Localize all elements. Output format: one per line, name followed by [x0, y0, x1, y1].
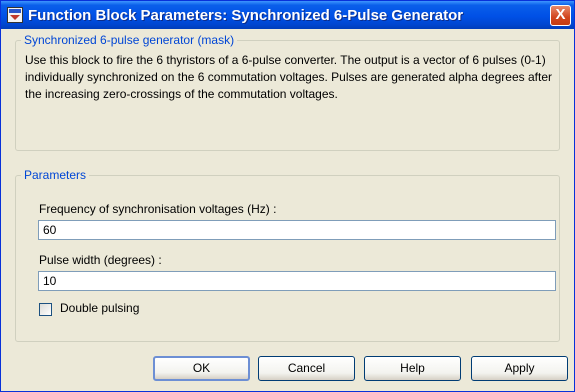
parameters-legend: Parameters [21, 168, 90, 182]
double-pulsing-label[interactable]: Double pulsing [60, 301, 139, 315]
close-icon: X [555, 6, 566, 23]
frequency-input[interactable] [38, 220, 556, 240]
pulse-width-label: Pulse width (degrees) : [39, 253, 162, 267]
double-pulsing-checkbox[interactable] [39, 303, 52, 316]
close-button[interactable]: X [550, 5, 571, 26]
mask-legend: Synchronized 6-pulse generator (mask) [21, 33, 238, 47]
dialog-window: Function Block Parameters: Synchronized … [0, 0, 575, 392]
cancel-button[interactable]: Cancel [258, 356, 355, 381]
window-title: Function Block Parameters: Synchronized … [28, 7, 464, 24]
ok-button[interactable]: OK [153, 356, 250, 381]
apply-button[interactable]: Apply [471, 356, 568, 381]
mask-description: Use this block to fire the 6 thyristors … [25, 53, 552, 101]
frequency-label: Frequency of synchronisation voltages (H… [39, 202, 277, 216]
pulse-width-input[interactable] [38, 271, 556, 291]
title-bar[interactable]: Function Block Parameters: Synchronized … [1, 1, 574, 29]
help-button[interactable]: Help [364, 356, 461, 381]
simulink-block-icon [7, 7, 23, 23]
